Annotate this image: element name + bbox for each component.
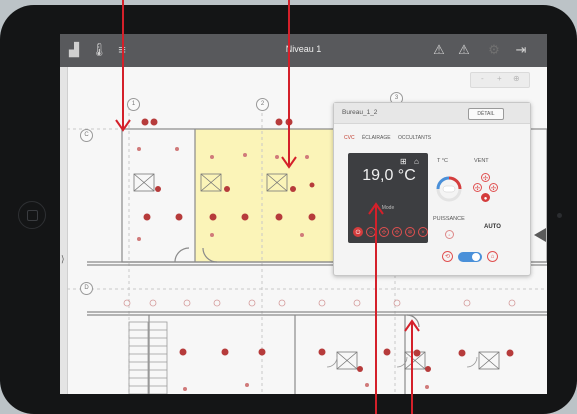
annotation-arrows	[115, 0, 420, 414]
